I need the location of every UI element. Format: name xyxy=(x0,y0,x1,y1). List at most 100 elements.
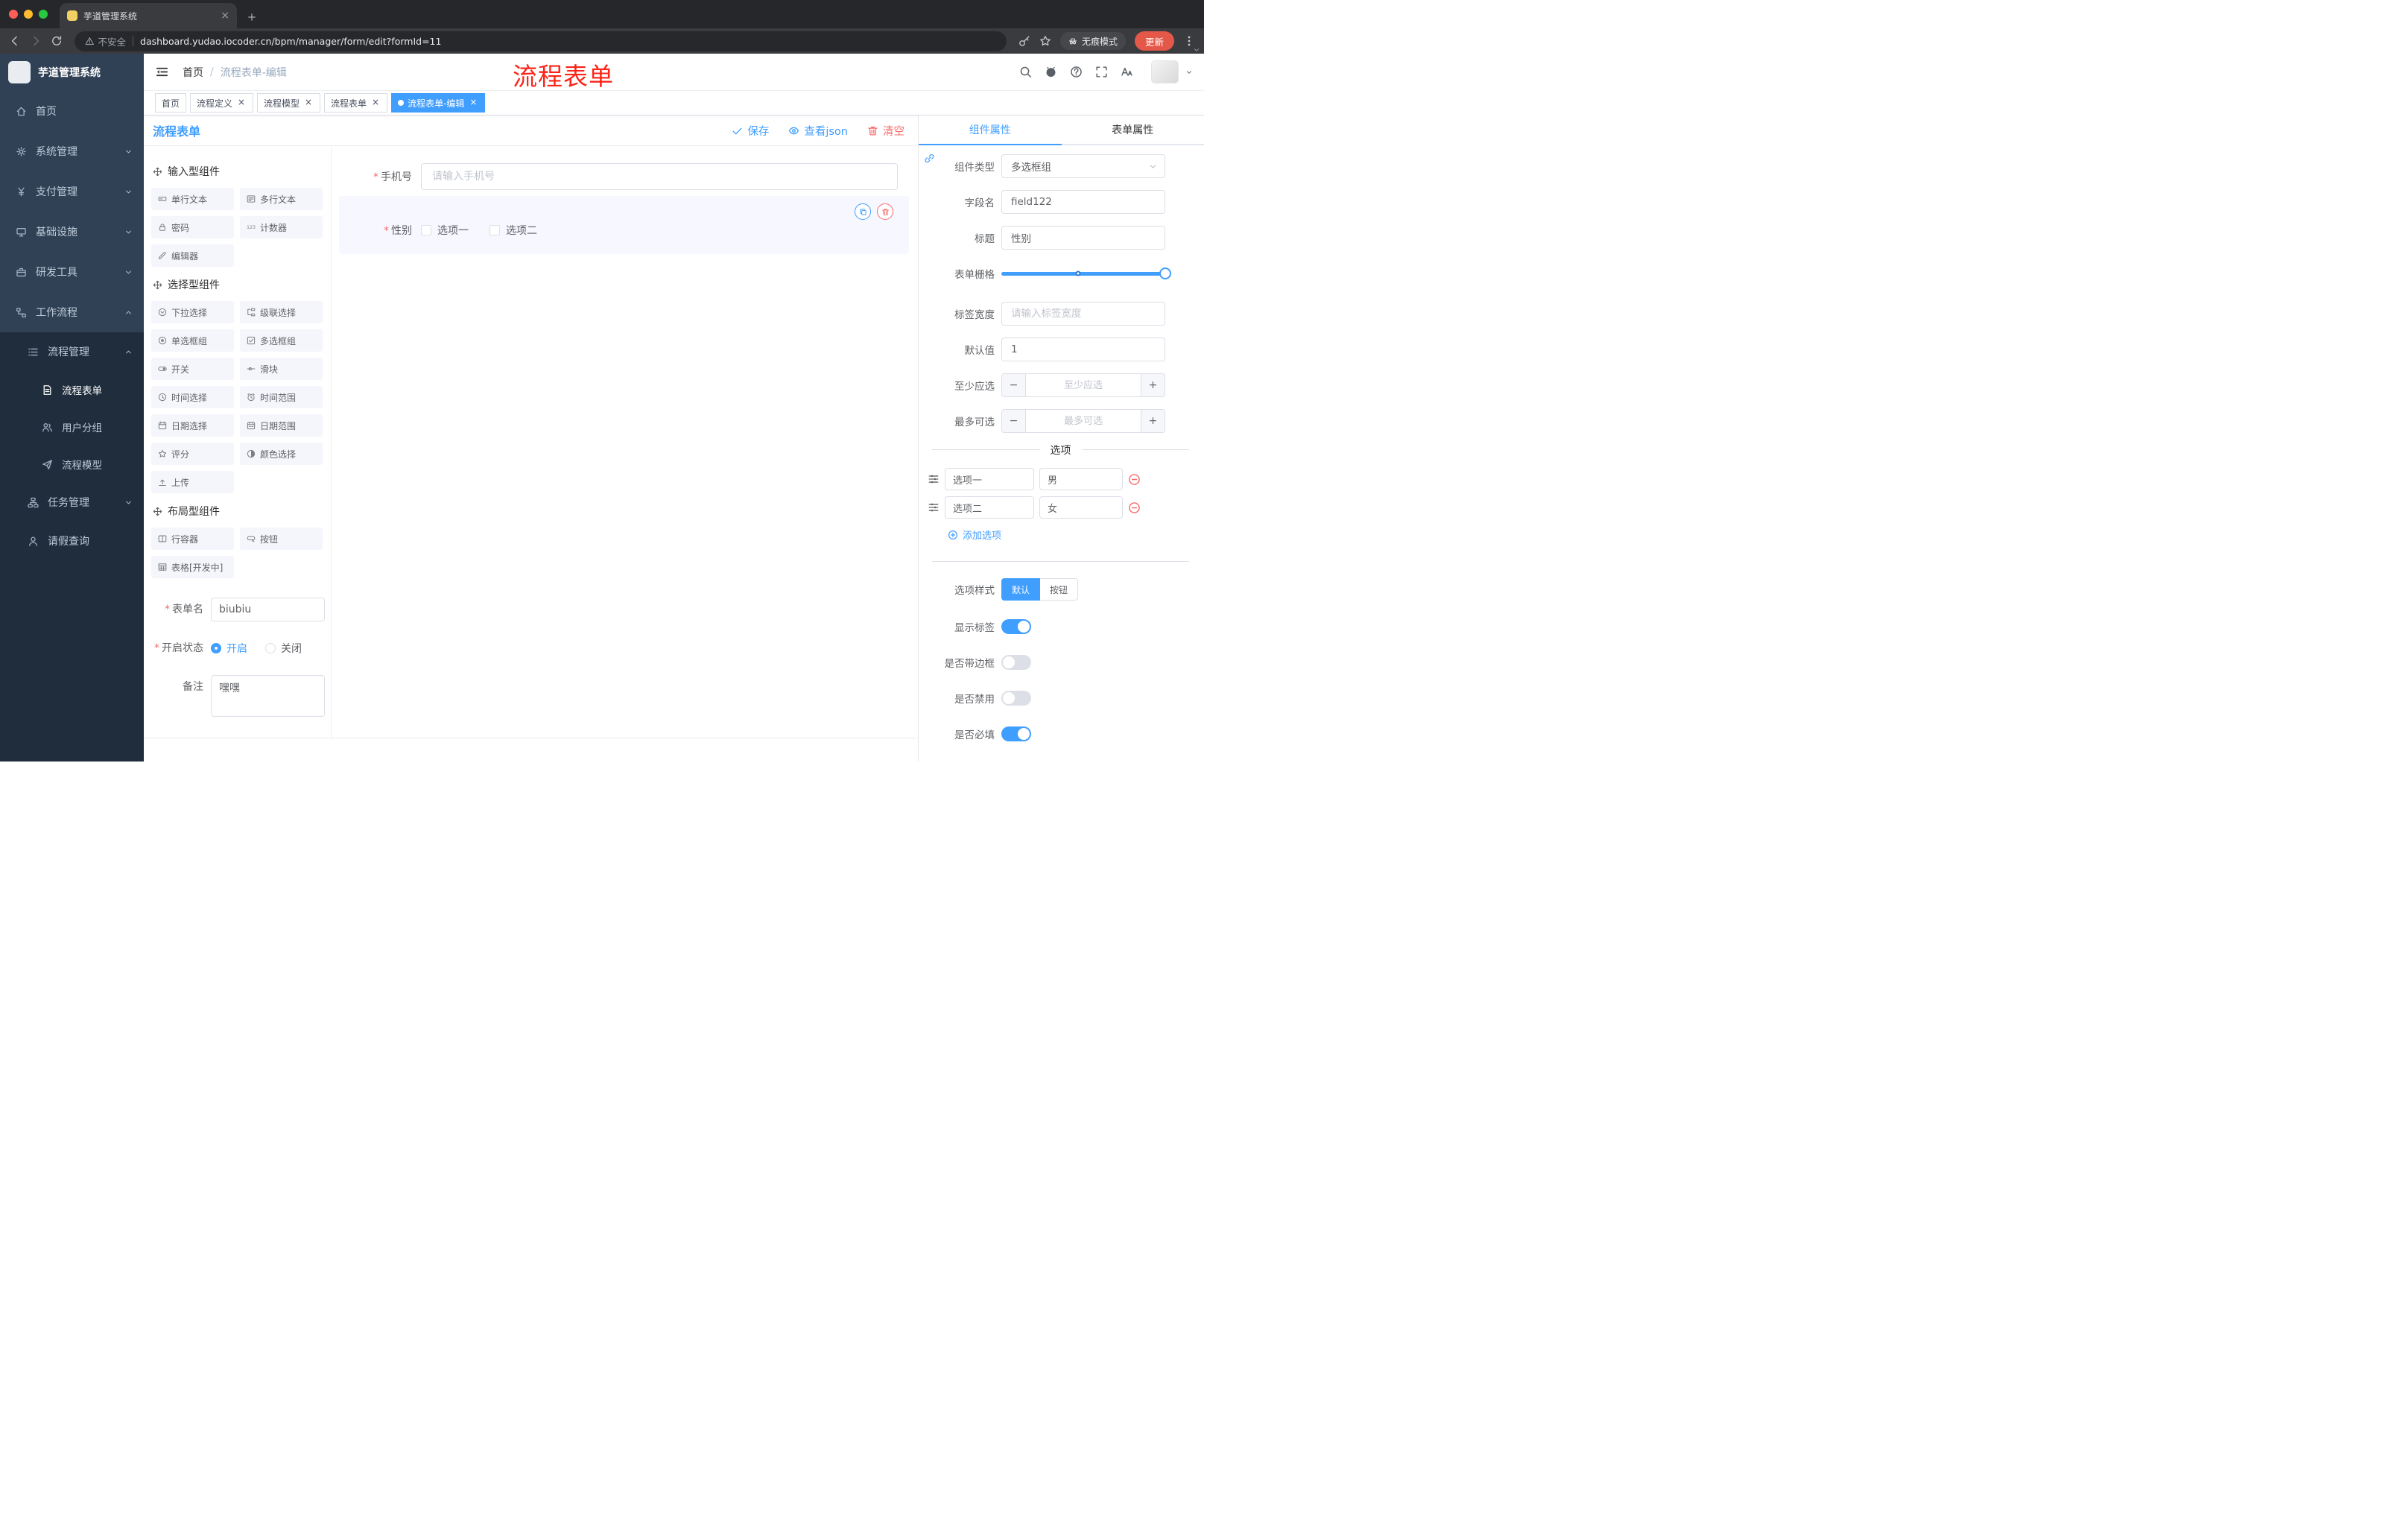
option-label-input[interactable] xyxy=(945,496,1034,519)
sidebar-item-user-group[interactable]: 用户分组 xyxy=(0,408,144,446)
sidebar-item-payment[interactable]: 支付管理 xyxy=(0,171,144,212)
form-grid-slider[interactable] xyxy=(1001,262,1171,285)
increase-button[interactable]: + xyxy=(1141,374,1165,396)
tag-close-icon[interactable]: × xyxy=(468,98,478,108)
tag-close-icon[interactable]: × xyxy=(370,98,381,108)
component-chip-color-picker[interactable]: 颜色选择 xyxy=(240,443,323,465)
status-radio-on[interactable]: 开启 xyxy=(211,641,247,656)
sidebar-item-home[interactable]: 首页 xyxy=(0,91,144,131)
copy-component-button[interactable] xyxy=(855,203,871,220)
browser-menu-icon[interactable] xyxy=(1183,35,1195,47)
component-chip-select[interactable]: 下拉选择 xyxy=(151,301,234,323)
option-value-input[interactable] xyxy=(1039,496,1123,519)
remove-option-button[interactable] xyxy=(1128,501,1141,514)
hamburger-icon[interactable] xyxy=(155,65,169,79)
decrease-button[interactable]: − xyxy=(1002,410,1026,432)
sidebar-item-system[interactable]: 系统管理 xyxy=(0,131,144,171)
address-bar[interactable]: 不安全 dashboard.yudao.iocoder.cn/bpm/manag… xyxy=(75,31,1007,51)
sidebar-item-dev-tools[interactable]: 研发工具 xyxy=(0,252,144,292)
border-switch[interactable] xyxy=(1001,655,1031,670)
security-badge[interactable]: 不安全 xyxy=(85,34,126,48)
window-zoom-button[interactable] xyxy=(39,10,48,19)
fontsize-icon[interactable] xyxy=(1121,66,1133,78)
component-chip-editor[interactable]: 编辑器 xyxy=(151,244,234,267)
password-manager-icon[interactable] xyxy=(1018,35,1030,47)
toolbar-expand-chevron-icon[interactable] xyxy=(1193,46,1200,54)
option-style-button-button[interactable]: 按钮 xyxy=(1040,578,1079,601)
component-chip-date-picker[interactable]: 日期选择 xyxy=(151,414,234,437)
component-chip-switch[interactable]: 开关 xyxy=(151,358,234,380)
tab-form-props[interactable]: 表单属性 xyxy=(1062,115,1205,144)
reload-button[interactable] xyxy=(51,35,63,47)
tab-component-props[interactable]: 组件属性 xyxy=(919,115,1062,145)
slider-handle[interactable] xyxy=(1159,267,1171,279)
question-icon[interactable] xyxy=(1070,66,1083,78)
form-canvas[interactable]: *手机号 *性别 选项一 选项二 xyxy=(332,146,918,738)
gender-checkbox[interactable]: 选项二 xyxy=(489,223,537,238)
option-value-input[interactable] xyxy=(1039,468,1123,490)
sidebar-item-workflow[interactable]: 工作流程 xyxy=(0,292,144,332)
default-value-input[interactable] xyxy=(1001,338,1165,361)
browser-tab[interactable]: 芋道管理系统 × xyxy=(60,3,237,28)
tag-close-icon[interactable]: × xyxy=(303,98,314,108)
clear-button[interactable]: 清空 xyxy=(867,123,904,139)
component-chip-table[interactable]: 表格[开发中] xyxy=(151,556,234,578)
component-chip-counter[interactable]: 123 计数器 xyxy=(240,216,323,238)
view-json-button[interactable]: 查看json xyxy=(788,123,848,139)
component-chip-time-range[interactable]: 时间范围 xyxy=(240,386,323,408)
component-chip-upload[interactable]: 上传 xyxy=(151,471,234,493)
required-switch[interactable] xyxy=(1001,726,1031,741)
option-style-default-button[interactable]: 默认 xyxy=(1001,578,1041,601)
sort-icon[interactable] xyxy=(928,501,940,513)
decrease-button[interactable]: − xyxy=(1002,374,1026,396)
component-chip-radio-group[interactable]: 单选框组 xyxy=(151,329,234,352)
tag-close-icon[interactable]: × xyxy=(236,98,247,108)
tag-process-form-edit[interactable]: 流程表单-编辑 × xyxy=(391,93,486,113)
option-label-input[interactable] xyxy=(945,468,1034,490)
update-button[interactable]: 更新 xyxy=(1134,31,1174,51)
status-radio-off[interactable]: 关闭 xyxy=(265,641,302,656)
cdown-icon[interactable] xyxy=(1185,69,1193,76)
sidebar-item-task-mgmt[interactable]: 任务管理 xyxy=(0,483,144,522)
show-label-switch[interactable] xyxy=(1001,619,1031,634)
full-icon[interactable] xyxy=(1095,66,1108,78)
increase-button[interactable]: + xyxy=(1141,410,1165,432)
component-chip-input-multi[interactable]: 多行文本 xyxy=(240,188,323,210)
min-select-input[interactable] xyxy=(1026,374,1141,396)
link-icon[interactable] xyxy=(924,153,935,164)
tag-process-form[interactable]: 流程表单 × xyxy=(324,93,388,113)
canvas-field-phone[interactable]: * 手机号 xyxy=(339,163,909,190)
tag-process-model[interactable]: 流程模型 × xyxy=(257,93,321,113)
add-option-button[interactable]: 添加选项 xyxy=(948,528,1194,542)
component-chip-password[interactable]: 密码 xyxy=(151,216,234,238)
label-width-input[interactable] xyxy=(1001,302,1165,326)
sidebar-item-process-model[interactable]: 流程模型 xyxy=(0,446,144,483)
sidebar-item-leave-query[interactable]: 请假查询 xyxy=(0,522,144,560)
sidebar-item-process-form[interactable]: 流程表单 xyxy=(0,371,144,408)
component-type-select[interactable]: 多选框组 xyxy=(1001,154,1165,178)
github-icon[interactable] xyxy=(1045,66,1057,78)
window-close-button[interactable] xyxy=(9,10,18,19)
sort-icon[interactable] xyxy=(928,473,940,485)
save-button[interactable]: 保存 xyxy=(732,123,769,139)
breadcrumb-home[interactable]: 首页 xyxy=(183,65,203,80)
new-tab-button[interactable] xyxy=(247,13,256,22)
search-icon[interactable] xyxy=(1019,66,1032,78)
sidebar-item-process-mgmt[interactable]: 流程管理 xyxy=(0,332,144,371)
component-chip-time-picker[interactable]: 时间选择 xyxy=(151,386,234,408)
component-chip-slider[interactable]: 滑块 xyxy=(240,358,323,380)
gender-checkbox[interactable]: 选项一 xyxy=(421,223,469,238)
field-name-input[interactable] xyxy=(1001,190,1165,214)
sidebar-item-infrastructure[interactable]: 基础设施 xyxy=(0,212,144,252)
bookmark-icon[interactable] xyxy=(1039,35,1051,47)
back-button[interactable] xyxy=(9,35,21,47)
tag-home[interactable]: 首页 xyxy=(155,93,187,113)
avatar[interactable] xyxy=(1151,60,1179,83)
window-minimize-button[interactable] xyxy=(24,10,33,19)
component-chip-input-single[interactable]: 单行文本 xyxy=(151,188,234,210)
phone-input[interactable] xyxy=(421,163,898,190)
component-chip-cascader[interactable]: 级联选择 xyxy=(240,301,323,323)
disabled-switch[interactable] xyxy=(1001,691,1031,706)
component-chip-button[interactable]: 按钮 xyxy=(240,528,323,550)
tag-process-definition[interactable]: 流程定义 × xyxy=(190,93,254,113)
